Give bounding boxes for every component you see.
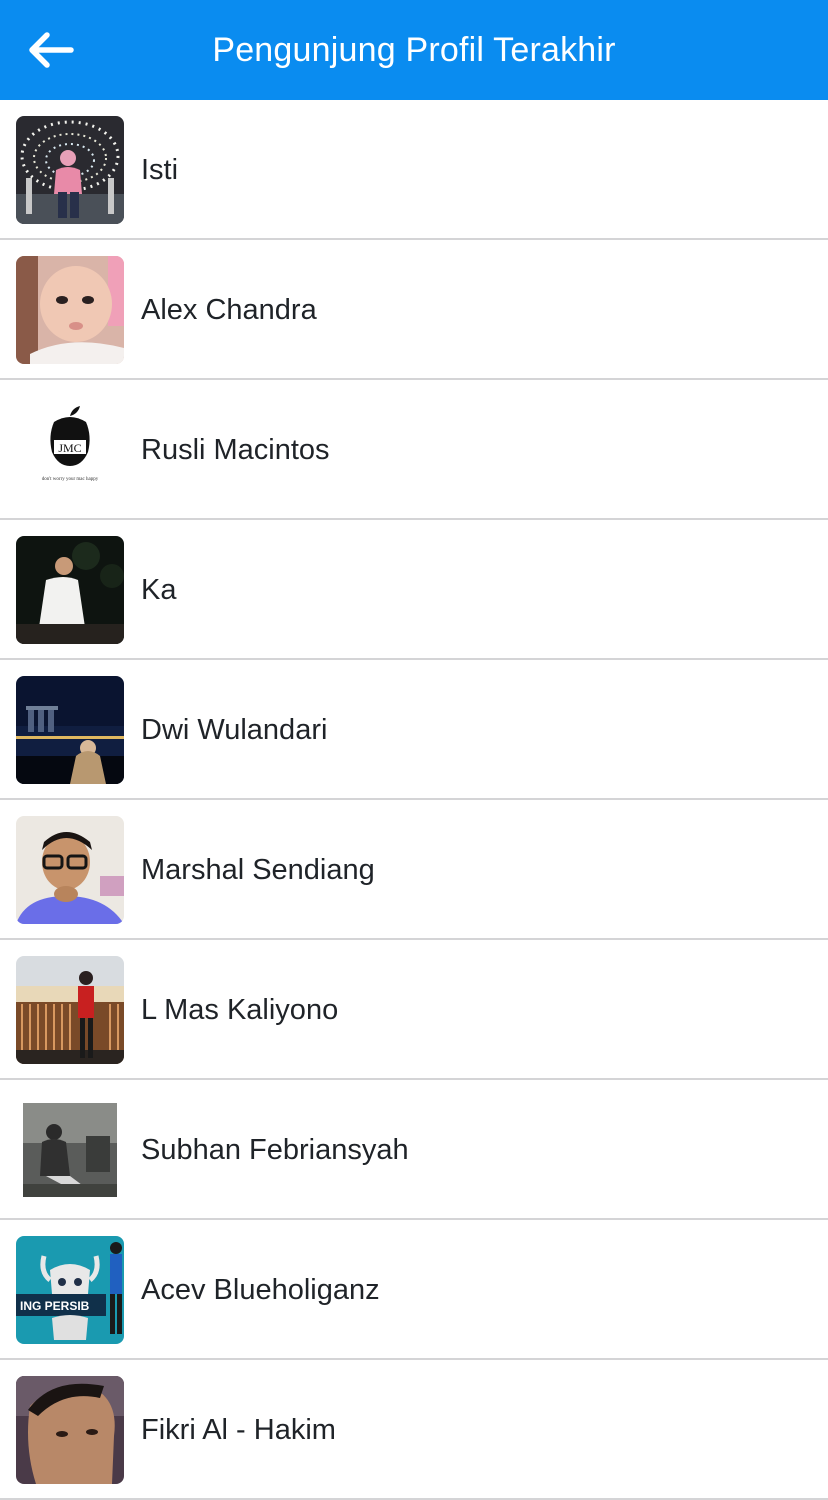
- visitor-name: Rusli Macintos: [141, 434, 330, 466]
- avatar: JMC don't worry your mac happy: [16, 396, 124, 504]
- visitor-name: Marshal Sendiang: [141, 854, 375, 886]
- visitor-row[interactable]: ING PERSIB Acev Blueholiganz: [0, 1220, 828, 1360]
- avatar: [16, 116, 124, 224]
- visitor-row[interactable]: Isti: [0, 100, 828, 240]
- visitor-name: Alex Chandra: [141, 294, 317, 326]
- visitor-name: L Mas Kaliyono: [141, 994, 339, 1026]
- arrow-left-icon: [29, 32, 74, 68]
- avatar: [16, 256, 124, 364]
- visitor-name: Subhan Febriansyah: [141, 1134, 409, 1166]
- visitor-row[interactable]: Dwi Wulandari: [0, 660, 828, 800]
- visitor-name: Dwi Wulandari: [141, 714, 328, 746]
- back-button[interactable]: [22, 26, 78, 74]
- avatar: [16, 1376, 124, 1484]
- visitor-name: Ka: [141, 574, 177, 606]
- visitor-row[interactable]: Subhan Febriansyah: [0, 1080, 828, 1220]
- svg-text:ING PERSIB: ING PERSIB: [20, 1299, 90, 1313]
- visitor-name: Fikri Al - Hakim: [141, 1414, 336, 1446]
- avatar: [16, 1096, 124, 1204]
- visitor-row[interactable]: L Mas Kaliyono: [0, 940, 828, 1080]
- visitor-row[interactable]: Marshal Sendiang: [0, 800, 828, 940]
- top-app-bar: Pengunjung Profil Terakhir: [0, 0, 828, 100]
- visitor-row[interactable]: Alex Chandra: [0, 240, 828, 380]
- visitor-name: Acev Blueholiganz: [141, 1274, 380, 1306]
- svg-text:don't worry your mac happy: don't worry your mac happy: [42, 477, 99, 482]
- visitor-row[interactable]: JMC don't worry your mac happy Rusli Mac…: [0, 380, 828, 520]
- avatar: [16, 816, 124, 924]
- avatar: ING PERSIB: [16, 1236, 124, 1344]
- visitor-list: Isti Alex Chandra JMC don't worry your m…: [0, 100, 828, 1500]
- visitor-row[interactable]: Fikri Al - Hakim: [0, 1360, 828, 1500]
- avatar: [16, 956, 124, 1064]
- avatar: [16, 676, 124, 784]
- page-title: Pengunjung Profil Terakhir: [212, 31, 616, 69]
- svg-text:JMC: JMC: [58, 441, 81, 455]
- visitor-row[interactable]: Ka: [0, 520, 828, 660]
- visitor-name: Isti: [141, 154, 179, 186]
- avatar: [16, 536, 124, 644]
